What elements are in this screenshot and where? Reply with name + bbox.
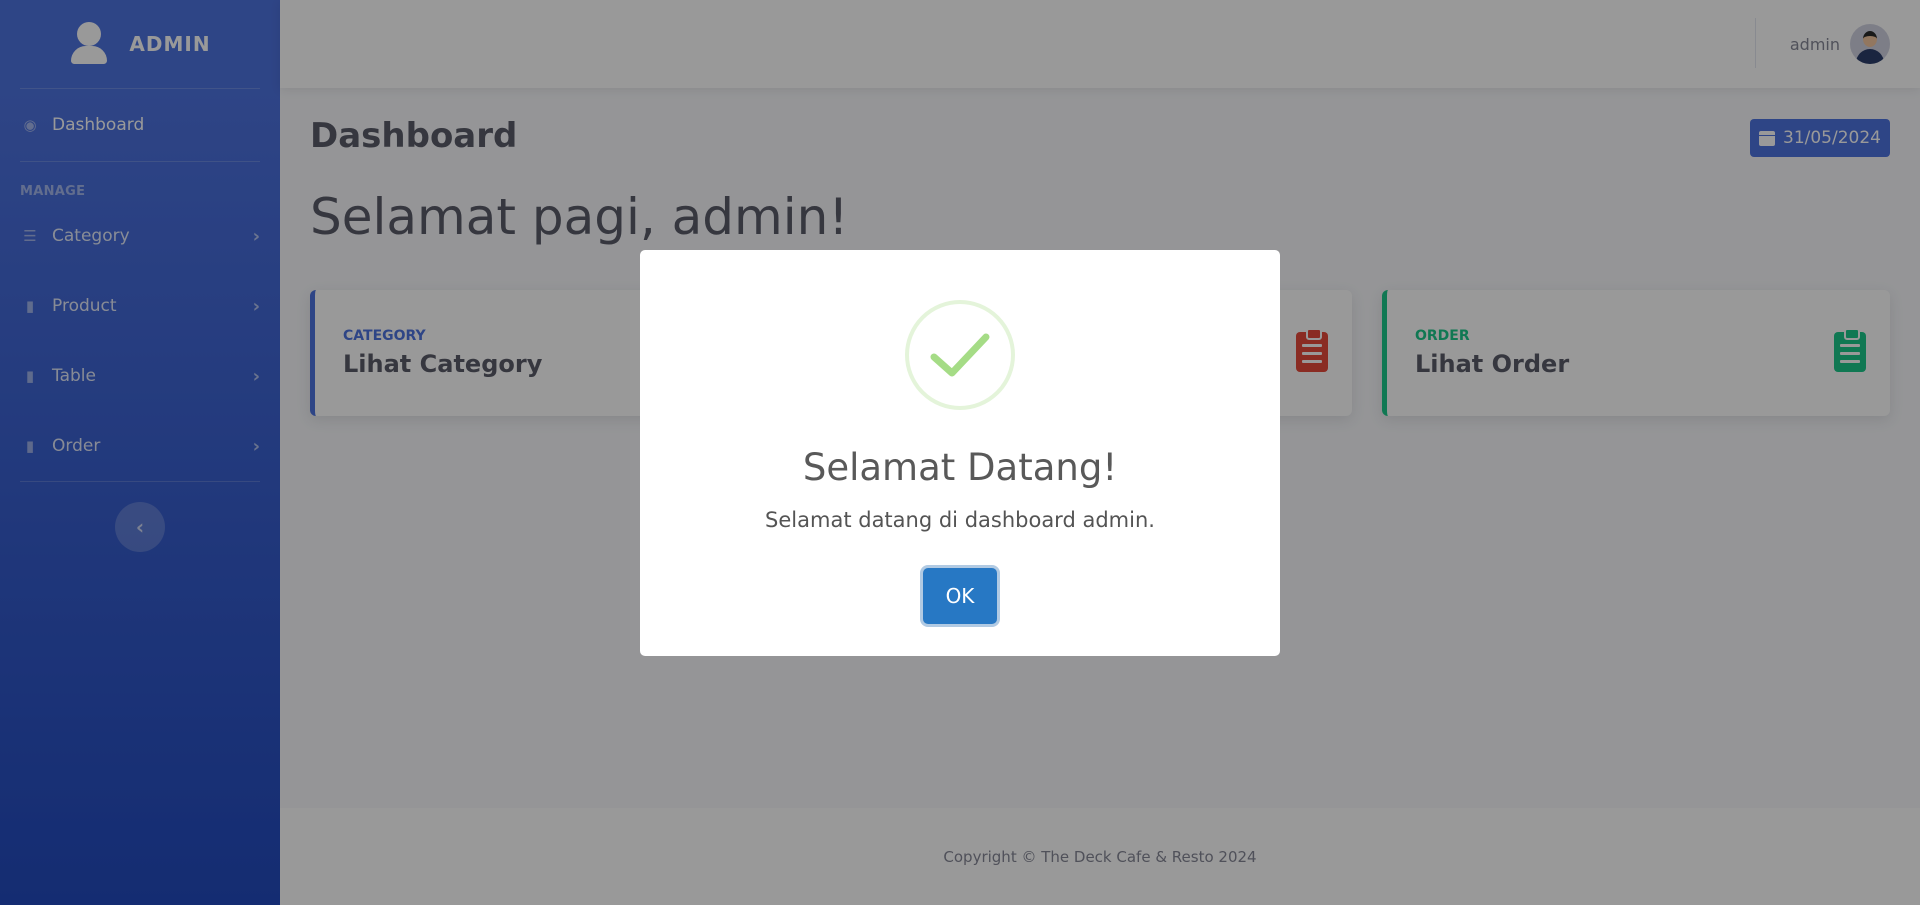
- dialog-message: Selamat datang di dashboard admin.: [765, 508, 1155, 532]
- welcome-dialog: Selamat Datang! Selamat datang di dashbo…: [640, 250, 1280, 656]
- dialog-title: Selamat Datang!: [802, 446, 1118, 489]
- success-check-icon: [905, 300, 1015, 410]
- ok-button[interactable]: OK: [923, 568, 997, 624]
